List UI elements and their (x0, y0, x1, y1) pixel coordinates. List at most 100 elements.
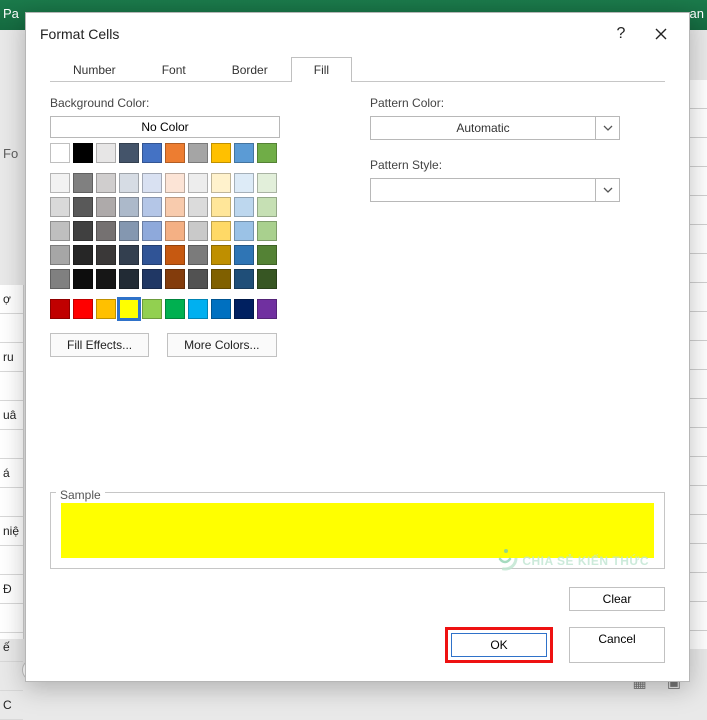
color-swatch[interactable] (165, 143, 185, 163)
cancel-button[interactable]: Cancel (569, 627, 665, 663)
color-swatch[interactable] (142, 197, 162, 217)
color-swatch[interactable] (119, 173, 139, 193)
tab-fill[interactable]: Fill (291, 57, 352, 82)
theme-tints-row (50, 221, 280, 241)
color-swatch[interactable] (50, 245, 70, 265)
pattern-style-label: Pattern Style: (370, 158, 665, 172)
tab-font[interactable]: Font (139, 57, 209, 82)
color-swatch[interactable] (119, 269, 139, 289)
pattern-style-dropdown[interactable] (370, 178, 620, 202)
color-swatch[interactable] (119, 197, 139, 217)
color-swatch[interactable] (165, 197, 185, 217)
color-swatch[interactable] (73, 143, 93, 163)
bg-spreadsheet-grid (689, 80, 707, 649)
color-swatch[interactable] (96, 245, 116, 265)
color-swatch[interactable] (211, 173, 231, 193)
more-colors-button[interactable]: More Colors... (167, 333, 276, 357)
color-swatch[interactable] (96, 269, 116, 289)
color-swatch[interactable] (188, 299, 208, 319)
color-swatch[interactable] (142, 269, 162, 289)
standard-colors-row (50, 299, 280, 319)
clear-button[interactable]: Clear (569, 587, 665, 611)
color-swatch[interactable] (257, 221, 277, 241)
color-swatch[interactable] (188, 245, 208, 265)
color-swatch[interactable] (234, 245, 254, 265)
color-swatch[interactable] (234, 197, 254, 217)
color-swatch[interactable] (257, 197, 277, 217)
color-swatch[interactable] (234, 173, 254, 193)
tab-border[interactable]: Border (209, 57, 291, 82)
ok-button[interactable]: OK (451, 633, 547, 657)
color-swatch[interactable] (142, 173, 162, 193)
fill-effects-button[interactable]: Fill Effects... (50, 333, 149, 357)
color-swatch[interactable] (165, 221, 185, 241)
ok-highlight-box: OK (445, 627, 553, 663)
color-swatch[interactable] (165, 269, 185, 289)
color-swatch[interactable] (50, 197, 70, 217)
pattern-panel: Pattern Color: Automatic Pattern Style: (370, 96, 665, 375)
theme-tints-row (50, 197, 280, 217)
chevron-down-icon (595, 179, 619, 201)
tab-number[interactable]: Number (50, 57, 139, 82)
color-swatch[interactable] (257, 245, 277, 265)
pattern-color-dropdown[interactable]: Automatic (370, 116, 620, 140)
color-swatch[interactable] (165, 245, 185, 265)
color-swatch[interactable] (73, 221, 93, 241)
color-swatch[interactable] (50, 269, 70, 289)
color-swatch[interactable] (257, 143, 277, 163)
color-swatch[interactable] (234, 143, 254, 163)
pattern-color-label: Pattern Color: (370, 96, 665, 110)
color-swatch[interactable] (96, 221, 116, 241)
no-color-button[interactable]: No Color (50, 116, 280, 138)
color-swatch[interactable] (50, 299, 70, 319)
watermark: CHIA SẺ KIẾN THỨC (492, 545, 649, 571)
color-swatch[interactable] (211, 221, 231, 241)
color-swatch[interactable] (119, 221, 139, 241)
color-swatch[interactable] (211, 143, 231, 163)
color-swatch[interactable] (96, 173, 116, 193)
dialog-title: Format Cells (40, 26, 601, 42)
color-swatch[interactable] (211, 245, 231, 265)
color-swatch[interactable] (188, 197, 208, 217)
color-swatch[interactable] (50, 143, 70, 163)
color-swatch[interactable] (257, 269, 277, 289)
color-swatch[interactable] (234, 269, 254, 289)
close-button[interactable] (641, 17, 681, 51)
color-swatch[interactable] (188, 269, 208, 289)
color-swatch[interactable] (142, 221, 162, 241)
color-swatch[interactable] (96, 197, 116, 217)
color-swatch[interactable] (165, 173, 185, 193)
color-swatch[interactable] (234, 221, 254, 241)
color-swatch[interactable] (257, 299, 277, 319)
color-swatch[interactable] (119, 143, 139, 163)
color-swatch[interactable] (73, 245, 93, 265)
color-swatch[interactable] (165, 299, 185, 319)
theme-tints-row (50, 269, 280, 289)
color-swatch[interactable] (73, 269, 93, 289)
theme-tints-row (50, 245, 280, 265)
color-swatch[interactable] (211, 197, 231, 217)
color-swatch[interactable] (211, 299, 231, 319)
color-swatch[interactable] (234, 299, 254, 319)
theme-tints-row (50, 173, 280, 193)
color-swatch[interactable] (257, 173, 277, 193)
color-swatch[interactable] (50, 221, 70, 241)
color-swatch[interactable] (142, 299, 162, 319)
color-swatch[interactable] (188, 173, 208, 193)
color-swatch[interactable] (73, 197, 93, 217)
color-swatch[interactable] (211, 269, 231, 289)
color-swatch[interactable] (96, 299, 116, 319)
color-swatch[interactable] (119, 299, 139, 319)
color-swatch[interactable] (50, 173, 70, 193)
color-swatch[interactable] (73, 173, 93, 193)
color-swatch[interactable] (188, 143, 208, 163)
color-swatch[interactable] (142, 143, 162, 163)
color-swatch[interactable] (142, 245, 162, 265)
color-swatch[interactable] (96, 143, 116, 163)
close-icon (655, 28, 667, 40)
color-swatch[interactable] (73, 299, 93, 319)
no-color-text: No Color (141, 120, 188, 134)
color-swatch[interactable] (188, 221, 208, 241)
color-swatch[interactable] (119, 245, 139, 265)
help-button[interactable]: ? (601, 17, 641, 51)
